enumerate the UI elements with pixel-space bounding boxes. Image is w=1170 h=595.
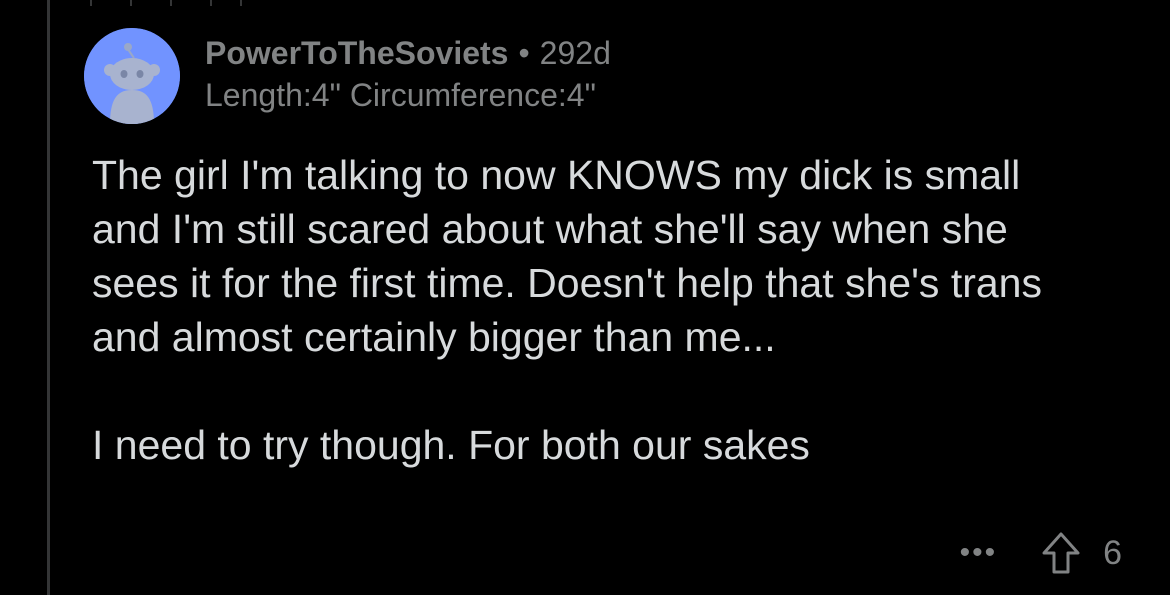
thread-line[interactable] xyxy=(47,0,50,595)
vote-score: 6 xyxy=(1103,533,1122,572)
author-username[interactable]: PowerToTheSoviets xyxy=(205,35,508,71)
collapsed-thread-indicator xyxy=(90,0,250,6)
comment-meta: PowerToTheSoviets • 292d xyxy=(205,34,1105,72)
comment-actions: ••• 6 xyxy=(960,528,1122,578)
upvote-arrow-icon xyxy=(1042,532,1080,574)
more-options-button[interactable]: ••• xyxy=(960,536,998,570)
meta-separator: • xyxy=(518,35,530,71)
user-flair: Length:4" Circumference:4" xyxy=(205,77,596,113)
comment-body: The girl I'm talking to now KNOWS my dic… xyxy=(92,148,1092,472)
comment-paragraph: The girl I'm talking to now KNOWS my dic… xyxy=(92,152,1042,360)
snoo-avatar-icon xyxy=(84,28,180,124)
comment-paragraph: I need to try though. For both our sakes xyxy=(92,422,810,468)
upvote-button[interactable]: 6 xyxy=(1041,531,1122,575)
comment-header: PowerToTheSoviets • 292d Length:4" Circumf… xyxy=(205,34,1105,114)
comment-age: 292d xyxy=(539,35,611,71)
avatar[interactable] xyxy=(84,28,180,124)
